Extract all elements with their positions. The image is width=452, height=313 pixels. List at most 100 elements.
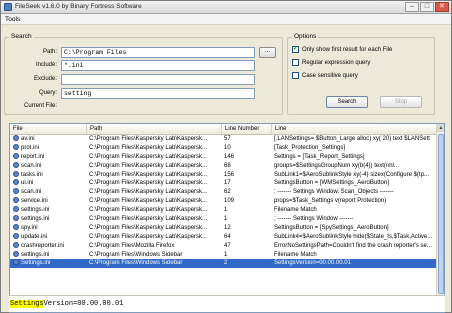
cell-line-number-text: 12 bbox=[224, 224, 231, 231]
current-file-label: Current File: bbox=[23, 103, 57, 109]
cell-path-text: C:\Program Files\Windows Sidebar bbox=[89, 251, 183, 258]
cell-file-text: spy.ini bbox=[21, 224, 38, 231]
cell-path: C:\Program Files\Kaspersky Lab\Kaspersk.… bbox=[87, 206, 221, 215]
table-row[interactable]: prot.ini C:\Program Files\Kaspersky Lab\K… bbox=[10, 143, 438, 153]
table-row[interactable]: crashreporter.ini C:\Program Files\Mozill… bbox=[10, 241, 438, 251]
column-header-line-number[interactable]: Line Number bbox=[222, 124, 272, 135]
table-row[interactable]: scan.ini C:\Program Files\Kaspersky Lab\K… bbox=[10, 188, 438, 197]
file-icon bbox=[13, 152, 19, 159]
table-row[interactable]: spy.ini C:\Program Files\Kaspersky Lab\Ka… bbox=[10, 223, 438, 233]
close-icon[interactable]: ✕ bbox=[435, 2, 449, 12]
cell-path: C:\Program Files\Kaspersky Lab\Kaspersk.… bbox=[87, 224, 221, 233]
column-header-line[interactable]: Line bbox=[272, 124, 438, 135]
regex-checkbox[interactable] bbox=[292, 59, 299, 66]
cell-line-text: Filename Match bbox=[274, 207, 317, 214]
cell-line: SubLink1=$AeroSublinkStyle xy(-4) sizex(… bbox=[272, 171, 438, 180]
results-table[interactable]: File Path Line Number Line av.ini C:\Prog… bbox=[9, 123, 445, 313]
table-row[interactable]: report.ini C:\Program Files\Kaspersky Lab… bbox=[10, 152, 438, 162]
search-group: Search Path: C:\Program Files ... Includ… bbox=[4, 33, 283, 115]
cell-line-text: props=$Task_Settings v(report Protection… bbox=[274, 198, 387, 205]
cell-line-number: 1 bbox=[222, 215, 271, 224]
table-row[interactable]: service.ini C:\Program Files\Kaspersky La… bbox=[10, 197, 438, 206]
search-button[interactable]: Search bbox=[326, 96, 368, 108]
only-first-option[interactable]: ✔ Only show first result for each File bbox=[292, 46, 392, 53]
cell-line-number: 2 bbox=[222, 259, 271, 268]
cell-path-text: C:\Program Files\Kaspersky Lab\Kaspersk.… bbox=[89, 144, 208, 151]
cell-line-text: SubLink4=$AeroSublinkStyle hide($State_t… bbox=[274, 233, 433, 240]
cell-path: C:\Program Files\Kaspersky Lab\Kaspersk.… bbox=[87, 215, 221, 224]
cell-line-number-text: 17 bbox=[224, 180, 231, 187]
cell-line-number-text: 1 bbox=[224, 207, 228, 214]
minimize-icon[interactable]: – bbox=[405, 2, 419, 12]
cell-path: C:\Program Files\Kaspersky Lab\Kaspersk.… bbox=[87, 135, 221, 144]
table-row[interactable]: settings.ini C:\Program Files\Kaspersky L… bbox=[10, 206, 438, 215]
column-header-path[interactable]: Path bbox=[87, 124, 222, 135]
cell-path: C:\Program Files\Kaspersky Lab\Kaspersk.… bbox=[87, 153, 221, 162]
search-group-title: Search bbox=[9, 33, 34, 40]
vertical-scrollbar[interactable]: ▲ ▼ bbox=[436, 124, 444, 312]
column-header-file[interactable]: File bbox=[10, 124, 87, 135]
cell-path-text: C:\Program Files\Kaspersky Lab\Kaspersk.… bbox=[89, 171, 208, 178]
cell-line-number-text: 156 bbox=[224, 171, 235, 178]
table-row[interactable]: tasks.ini C:\Program Files\Kaspersky Lab\… bbox=[10, 170, 438, 180]
cell-line-text: [.LANSettings= $Button_Large alloc) xy( … bbox=[274, 136, 430, 142]
table-row[interactable]: ui.ini C:\Program Files\Kaspersky Lab\Kas… bbox=[10, 179, 438, 188]
cell-line-number-text: 64 bbox=[224, 233, 231, 240]
cell-line-number: 10 bbox=[222, 144, 271, 153]
table-row[interactable]: update.ini C:\Program Files\Kaspersky Lab… bbox=[10, 232, 438, 242]
maximize-icon[interactable]: □ bbox=[420, 2, 434, 12]
cell-line-text: Settings = [Task_Report_Settings] bbox=[274, 153, 365, 160]
file-icon bbox=[13, 215, 19, 222]
cell-file-text: scan.ini bbox=[21, 189, 42, 196]
scroll-thumb[interactable] bbox=[438, 134, 444, 294]
cell-line-number: 156 bbox=[222, 171, 271, 180]
cell-file: scan.ini bbox=[10, 161, 86, 171]
table-row[interactable]: scan.ini C:\Program Files\Kaspersky Lab\K… bbox=[10, 161, 438, 171]
line-preview: SettingsVersion=00.00.00.01 bbox=[9, 295, 445, 312]
preview-rest: Version=00.00.00.01 bbox=[43, 300, 124, 308]
table-row[interactable]: settings.ini C:\Program Files\Kaspersky L… bbox=[10, 215, 438, 224]
case-option[interactable]: Case sensitive query bbox=[292, 72, 358, 79]
browse-button[interactable]: ... bbox=[259, 47, 276, 58]
cell-line-number-text: 1 bbox=[224, 251, 228, 258]
stop-button[interactable]: Stop bbox=[380, 96, 422, 108]
cell-line-number-text: 68 bbox=[224, 162, 231, 169]
cell-path: C:\Program Files\Kaspersky Lab\Kaspersk.… bbox=[87, 197, 221, 206]
cell-line-number: 17 bbox=[222, 179, 271, 188]
cell-path-text: C:\Program Files\Kaspersky Lab\Kaspersk.… bbox=[89, 198, 208, 205]
path-input[interactable]: C:\Program Files bbox=[61, 47, 255, 58]
menu-bar: Tools bbox=[1, 14, 451, 25]
cell-line-number: 109 bbox=[222, 197, 271, 206]
cell-file: spy.ini bbox=[10, 223, 86, 233]
options-group-title: Options bbox=[292, 33, 319, 40]
exclude-input[interactable] bbox=[61, 74, 255, 85]
case-checkbox[interactable] bbox=[292, 72, 299, 79]
menu-tools[interactable]: Tools bbox=[5, 16, 20, 23]
title-bar[interactable]: FileSeek v1.6.0 by Binary Fortress Softw… bbox=[1, 1, 451, 14]
table-body: av.ini C:\Program Files\Kaspersky Lab\Kas… bbox=[10, 135, 438, 269]
cell-line-text: ; ------- Settings Window, Scan_Objects … bbox=[274, 189, 394, 196]
cell-line-text: SettingsVersion=00.00.00.01 bbox=[274, 260, 351, 267]
cell-file-text: settings.ini bbox=[21, 251, 50, 258]
app-window: FileSeek v1.6.0 by Binary Fortress Softw… bbox=[0, 0, 452, 313]
only-first-checkbox[interactable]: ✔ bbox=[292, 46, 299, 53]
query-input[interactable]: setting bbox=[61, 88, 255, 99]
cell-file: tasks.ini bbox=[10, 170, 86, 180]
cell-file: prot.ini bbox=[10, 143, 86, 153]
only-first-label: Only show first result for each File bbox=[302, 46, 393, 53]
cell-line-number-text: 10 bbox=[224, 144, 231, 151]
table-row[interactable]: Settings.ini C:\Program Files\Windows Sid… bbox=[10, 259, 438, 269]
regex-label: Regular expression query bbox=[302, 59, 371, 66]
include-input[interactable]: *.ini bbox=[61, 60, 255, 71]
cell-file: service.ini bbox=[10, 197, 86, 206]
regex-option[interactable]: Regular expression query bbox=[292, 59, 370, 66]
table-row[interactable]: av.ini C:\Program Files\Kaspersky Lab\Kas… bbox=[10, 135, 438, 144]
cell-file: settings.ini bbox=[10, 206, 86, 215]
cell-path-text: C:\Program Files\Kaspersky Lab\Kaspersk.… bbox=[89, 224, 208, 231]
cell-path: C:\Program Files\Kaspersky Lab\Kaspersk.… bbox=[87, 162, 221, 171]
table-row[interactable]: settings.ini C:\Program Files\Windows Sid… bbox=[10, 250, 438, 260]
scroll-up-icon[interactable]: ▲ bbox=[437, 124, 444, 132]
file-icon bbox=[13, 188, 19, 195]
cell-file-text: crashreporter.ini bbox=[21, 242, 65, 249]
file-icon bbox=[13, 161, 19, 168]
